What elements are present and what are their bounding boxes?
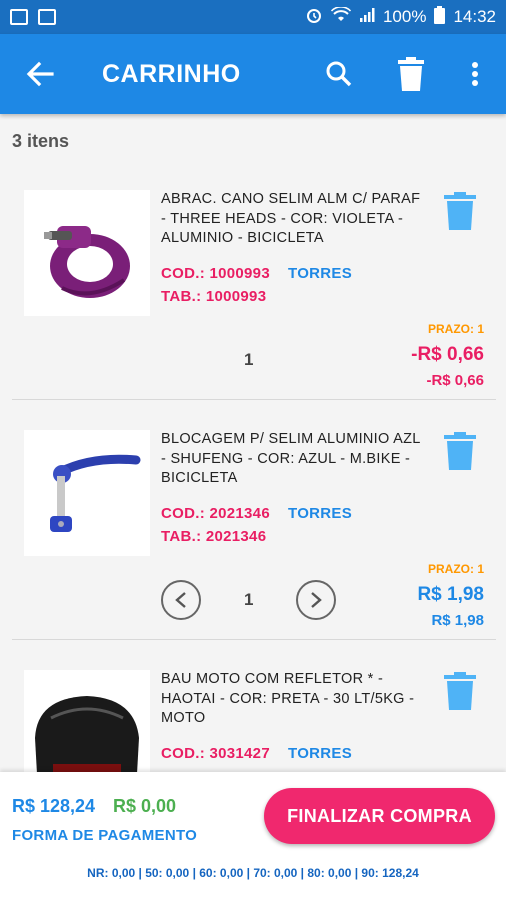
more-options-button[interactable] — [450, 49, 500, 99]
item-price: R$ 1,98 — [417, 584, 484, 605]
notification-gallery-icon — [38, 9, 56, 25]
payment-term: PRAZO: 1 — [427, 562, 484, 576]
search-icon — [326, 61, 352, 87]
arrow-back-icon — [26, 61, 54, 87]
wifi-icon — [330, 5, 352, 28]
product-code: COD.: 2021346 — [161, 505, 270, 522]
signal-icon — [359, 7, 375, 28]
store-name: TORRES — [288, 505, 353, 522]
trash-icon — [398, 57, 424, 91]
search-button[interactable] — [314, 49, 364, 99]
product-description: BLOCAGEM P/ SELIM ALUMINIO AZL - SHUFENG… — [161, 431, 421, 486]
product-description: ABRAC. CANO SELIM ALM C/ PARAF - THREE H… — [161, 191, 421, 246]
quantity-value: 1 — [244, 350, 254, 369]
product-image — [24, 670, 150, 772]
delete-item-button[interactable] — [444, 672, 476, 710]
battery-level: 100% — [382, 7, 427, 26]
notification-image-icon — [10, 9, 28, 25]
product-image — [24, 430, 150, 556]
finalize-purchase-button[interactable]: FINALIZAR COMPRA — [264, 788, 495, 844]
cart-item: BAU MOTO COM REFLETOR * - HAOTAI - COR: … — [12, 640, 496, 772]
chevron-right-icon — [311, 592, 322, 608]
cart-discount: R$ 0,00 — [113, 796, 177, 816]
increase-quantity-button[interactable] — [296, 580, 336, 620]
decrease-quantity-button[interactable] — [161, 580, 201, 620]
store-name: TORRES — [288, 745, 353, 762]
payment-term: PRAZO: 1 — [427, 322, 484, 336]
product-code: COD.: 1000993 — [161, 265, 270, 282]
item-price: -R$ 0,66 — [411, 344, 484, 365]
page-title: CARRINHO — [102, 59, 241, 88]
alarm-icon — [305, 6, 323, 29]
status-bar: 100% 14:32 — [0, 0, 506, 34]
installment-ranges: NR: 0,00 | 50: 0,00 | 60: 0,00 | 70: 0,0… — [87, 866, 419, 880]
cart-item: BLOCAGEM P/ SELIM ALUMINIO AZL - SHUFENG… — [12, 400, 496, 640]
product-image — [24, 190, 150, 316]
chevron-left-icon — [175, 592, 186, 608]
checkout-footer: R$ 128,24 R$ 0,00 FORMA DE PAGAMENTO FIN… — [0, 772, 506, 900]
cart-total: R$ 128,24 — [12, 796, 96, 816]
price-table: TAB.: 2021346 — [161, 528, 267, 545]
seat-quick-release-image — [50, 454, 141, 532]
delete-item-button[interactable] — [444, 192, 476, 230]
battery-icon — [434, 5, 446, 29]
delete-item-button[interactable] — [444, 432, 476, 470]
clear-cart-button[interactable] — [386, 49, 436, 99]
clock: 14:32 — [453, 7, 496, 26]
store-name: TORRES — [288, 265, 353, 282]
app-bar: CARRINHO — [0, 34, 506, 114]
item-unit-price: R$ 1,98 — [431, 612, 484, 629]
cart-item: ABRAC. CANO SELIM ALM C/ PARAF - THREE H… — [12, 160, 496, 400]
payment-method-link[interactable]: FORMA DE PAGAMENTO — [12, 827, 197, 844]
motorcycle-topcase-image — [35, 696, 139, 772]
back-button[interactable] — [20, 54, 60, 94]
more-vert-icon — [472, 62, 478, 86]
seat-clamp-image — [44, 226, 130, 298]
cart-list[interactable]: ABRAC. CANO SELIM ALM C/ PARAF - THREE H… — [0, 160, 506, 772]
price-table: TAB.: 1000993 — [161, 288, 267, 305]
quantity-value: 1 — [244, 590, 254, 609]
product-code: COD.: 3031427 — [161, 745, 270, 762]
product-description: BAU MOTO COM REFLETOR * - HAOTAI - COR: … — [161, 671, 415, 726]
item-count: 3 itens — [12, 131, 70, 151]
item-unit-price: -R$ 0,66 — [426, 372, 484, 389]
